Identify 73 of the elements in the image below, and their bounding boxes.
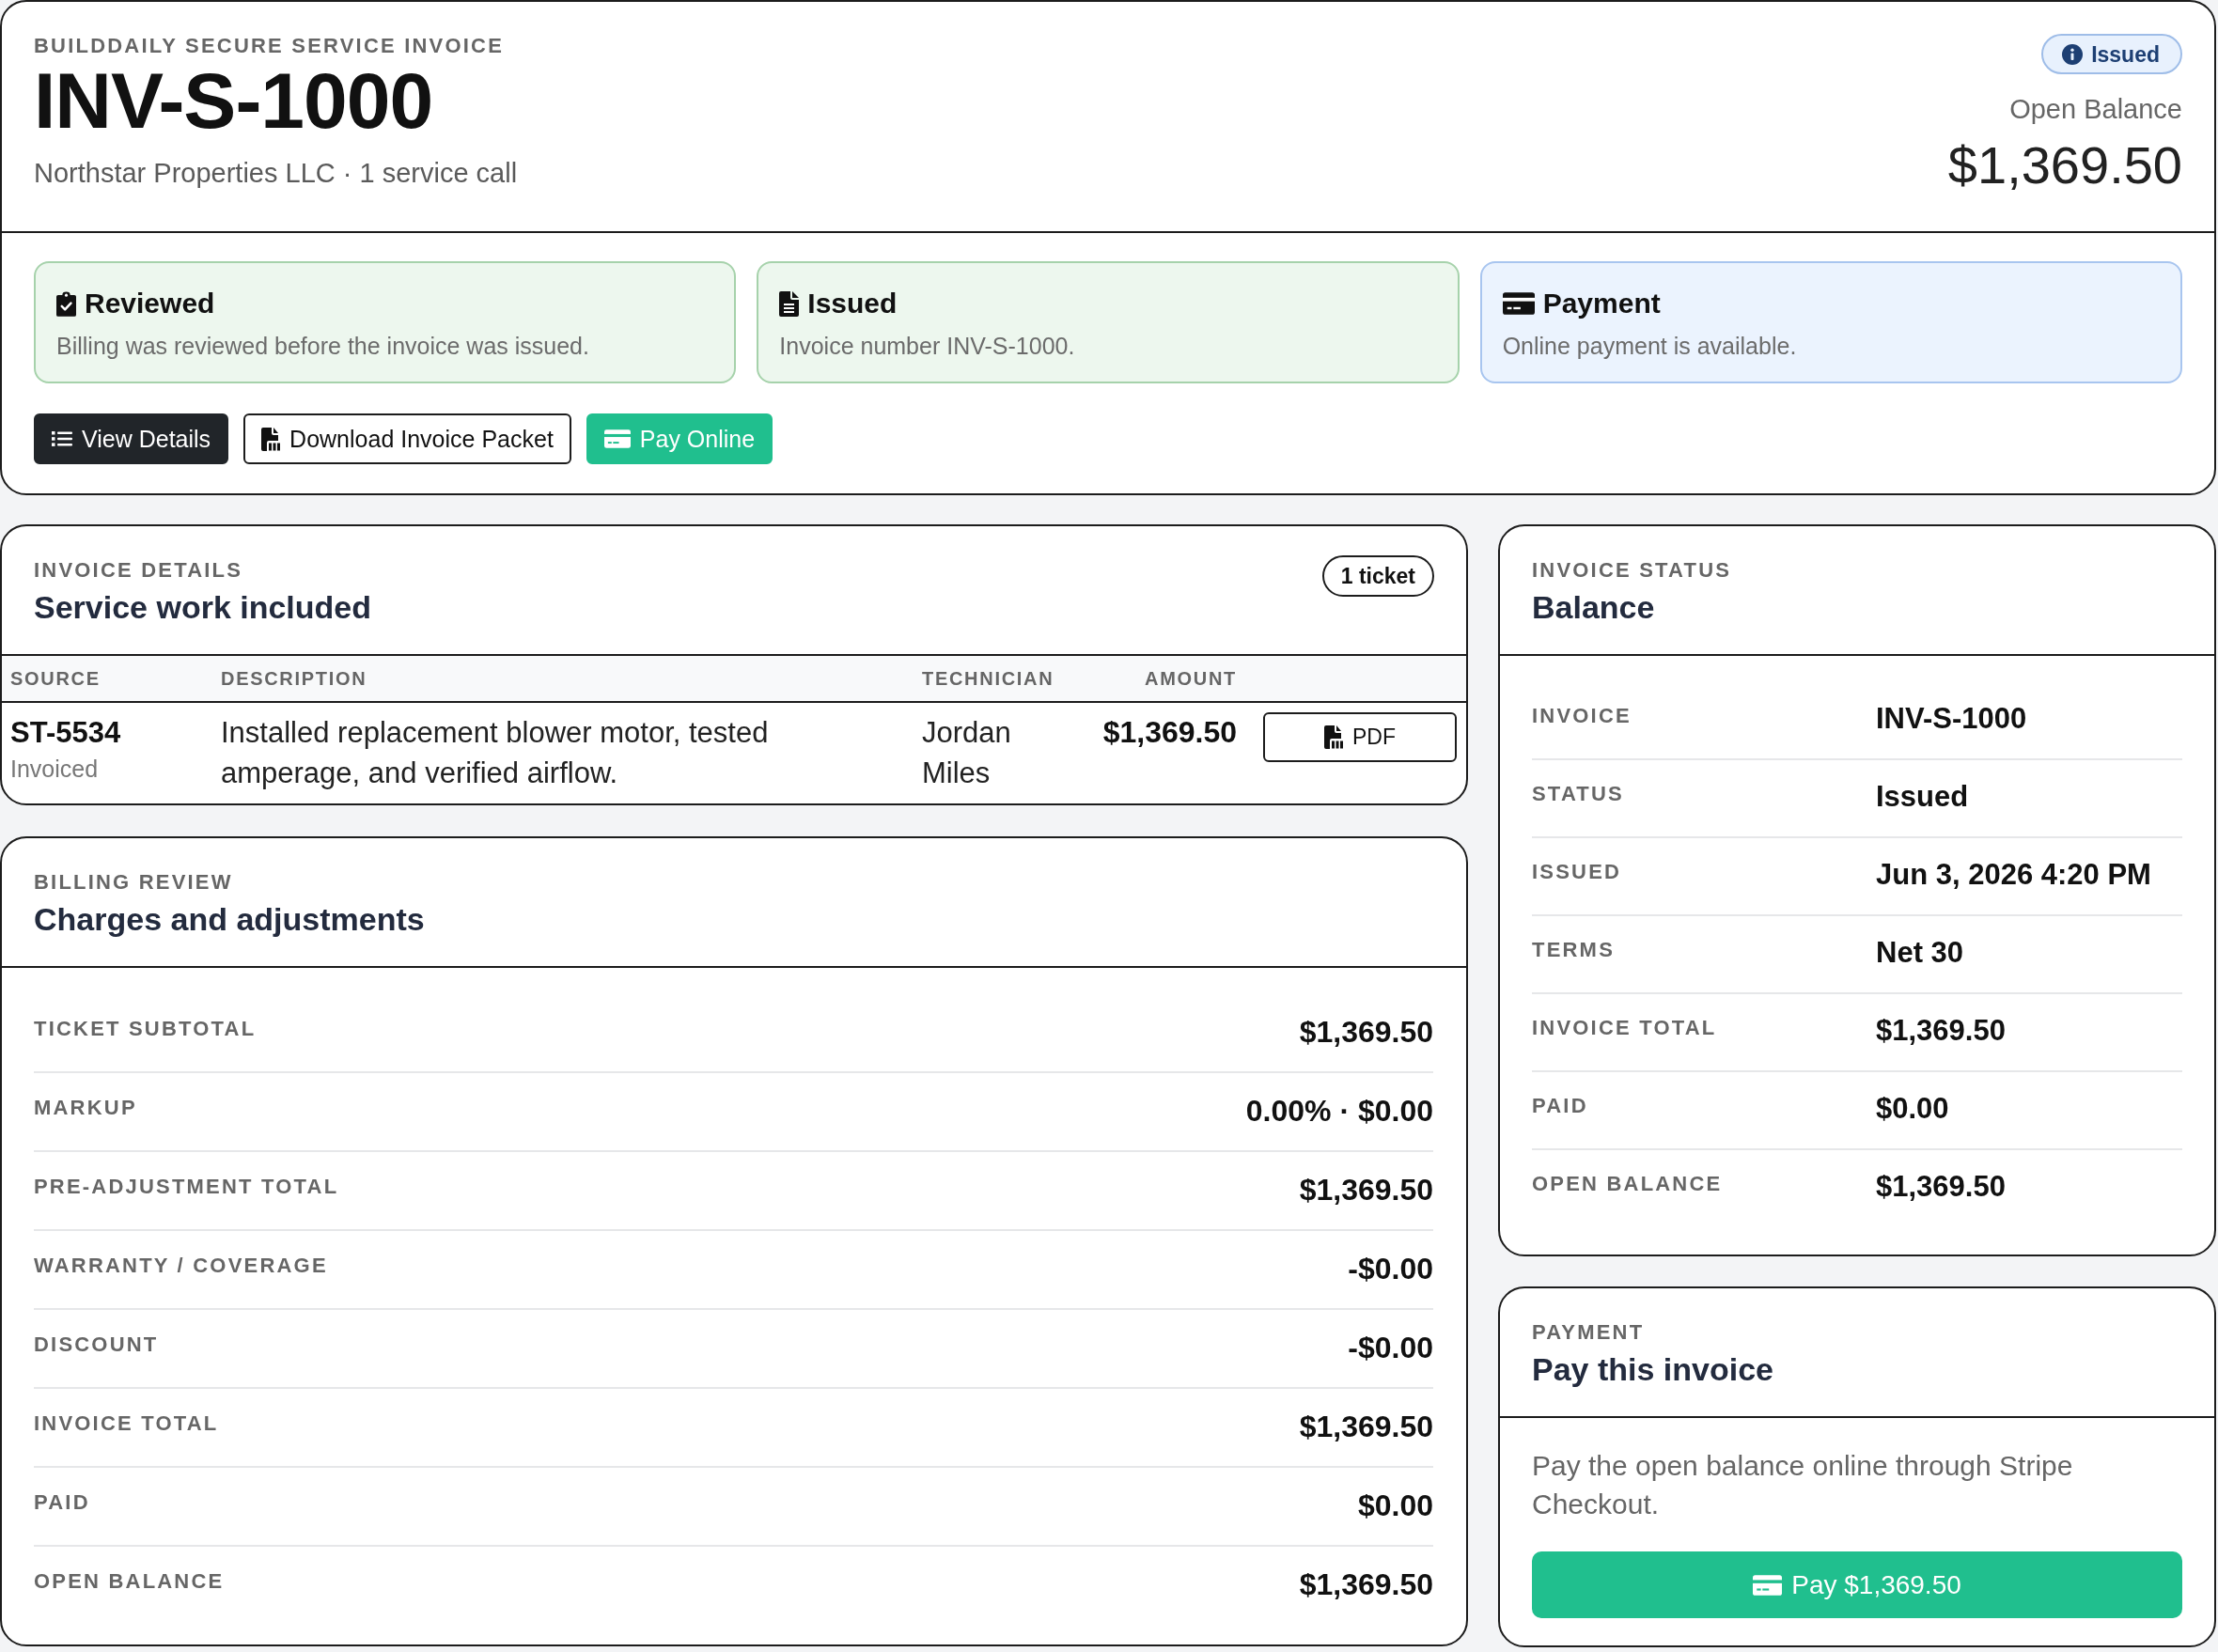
summary-value: -$0.00 — [1348, 1251, 1433, 1287]
balance-label: Open Balance — [2009, 93, 2182, 126]
summary-value: $1,369.50 — [1299, 1014, 1433, 1051]
section-title: Charges and adjustments — [34, 900, 425, 939]
pdf-button[interactable]: PDF — [1263, 712, 1457, 762]
brand-label: BUILDDAILY SECURE SERVICE INVOICE — [34, 34, 505, 58]
summary-value: $1,369.50 — [1299, 1566, 1433, 1603]
document-icon — [1324, 725, 1343, 749]
section-label: INVOICE DETAILS — [34, 558, 243, 583]
detail-value: INV-S-1000 — [1876, 701, 2027, 737]
detail-label: STATUS — [1532, 781, 1624, 807]
detail-value: $1,369.50 — [1876, 1169, 2006, 1205]
download-button[interactable]: Download Invoice Packet — [243, 413, 571, 464]
detail-label: ISSUED — [1532, 859, 1622, 885]
clipboard-check-icon — [56, 290, 76, 317]
section-title: Pay this invoice — [1532, 1350, 1773, 1389]
summary-label: TICKET SUBTOTAL — [34, 1016, 257, 1042]
table-cell-text: Jordan Miles — [922, 715, 1012, 791]
table-cell-text: $1,369.50 — [1102, 714, 1237, 751]
credit-card-icon — [1753, 1573, 1783, 1597]
step-title: Payment — [1542, 287, 1661, 320]
customer-summary: Northstar Properties LLC · 1 service call — [34, 157, 518, 190]
detail-label: INVOICE TOTAL — [1532, 1015, 1717, 1041]
summary-value: $1,369.50 — [1299, 1409, 1433, 1445]
summary-value: $1,369.50 — [1299, 1172, 1433, 1208]
detail-value: Issued — [1876, 779, 1969, 815]
summary-value: 0.00% · $0.00 — [1245, 1093, 1433, 1130]
balance-amount: $1,369.50 — [1947, 135, 2182, 195]
table-cell-text: Installed replacement blower motor, tested amperage, and verified airflow. — [221, 715, 770, 791]
column-header: DESCRIPTION — [221, 667, 367, 690]
detail-label: TERMS — [1532, 937, 1615, 963]
ticket-count-badge: 1 ticket — [1321, 555, 1434, 597]
summary-label: PAID — [34, 1489, 90, 1516]
document-icon — [261, 427, 281, 451]
step-title: Issued — [807, 287, 898, 320]
step-description: Online payment is available. — [1502, 332, 1798, 361]
detail-value: $1,369.50 — [1876, 1013, 2006, 1049]
detail-value: Jun 3, 2026 4:20 PM — [1876, 857, 2151, 893]
ticket-status: Invoiced — [10, 755, 99, 784]
step-description: Billing was reviewed before the invoice was issued. — [56, 332, 590, 361]
detail-label: INVOICE — [1532, 703, 1632, 729]
step-description: Invoice number INV-S-1000. — [779, 332, 1076, 361]
section-label: BILLING REVIEW — [34, 870, 233, 895]
detail-value: Net 30 — [1876, 935, 1964, 971]
section-label: INVOICE STATUS — [1532, 558, 1732, 583]
detail-label: OPEN BALANCE — [1532, 1171, 1723, 1197]
summary-label: INVOICE TOTAL — [34, 1410, 219, 1437]
credit-card-icon — [1502, 292, 1535, 315]
section-label: PAYMENT — [1532, 1320, 1645, 1345]
summary-label: WARRANTY / COVERAGE — [34, 1253, 328, 1279]
column-header: TECHNICIAN — [922, 667, 1054, 690]
ticket-id: ST-5534 — [10, 715, 121, 751]
view-details-button[interactable]: View Details — [34, 413, 229, 464]
column-header: AMOUNT — [1145, 667, 1237, 690]
summary-label: MARKUP — [34, 1095, 137, 1121]
summary-value: $0.00 — [1357, 1488, 1433, 1524]
payment-note: Pay the open balance online through Stripe Checkout. — [1532, 1449, 2074, 1521]
info-icon — [2062, 43, 2084, 65]
summary-value: -$0.00 — [1348, 1330, 1433, 1366]
column-header: SOURCE — [10, 667, 101, 690]
credit-card-icon — [603, 429, 631, 448]
section-title: Service work included — [34, 588, 372, 627]
summary-label: DISCOUNT — [34, 1332, 159, 1358]
detail-label: PAID — [1532, 1093, 1588, 1119]
summary-label: OPEN BALANCE — [34, 1568, 225, 1595]
step-title: Reviewed — [85, 287, 215, 320]
document-icon — [779, 290, 800, 317]
invoice-number: INV-S-1000 — [34, 58, 433, 143]
detail-value: $0.00 — [1876, 1091, 1949, 1127]
status-label: Issued — [2091, 40, 2160, 68]
list-icon — [52, 430, 72, 447]
summary-label: PRE-ADJUSTMENT TOTAL — [34, 1174, 339, 1200]
section-title: Balance — [1532, 588, 1655, 627]
